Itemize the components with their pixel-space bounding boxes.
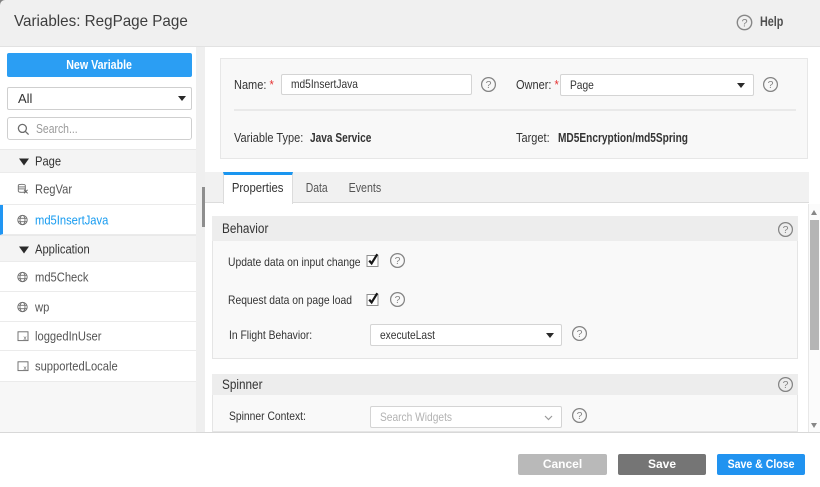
svg-text:?: ? [741, 18, 747, 30]
svg-text:?: ? [768, 79, 774, 91]
svg-text:?: ? [395, 294, 401, 306]
svg-text:?: ? [783, 379, 789, 391]
svg-text:?: ? [395, 255, 401, 267]
svg-text:?: ? [486, 79, 492, 91]
svg-text:?: ? [577, 328, 583, 340]
svg-text:?: ? [783, 224, 789, 236]
svg-text:?: ? [577, 410, 583, 422]
